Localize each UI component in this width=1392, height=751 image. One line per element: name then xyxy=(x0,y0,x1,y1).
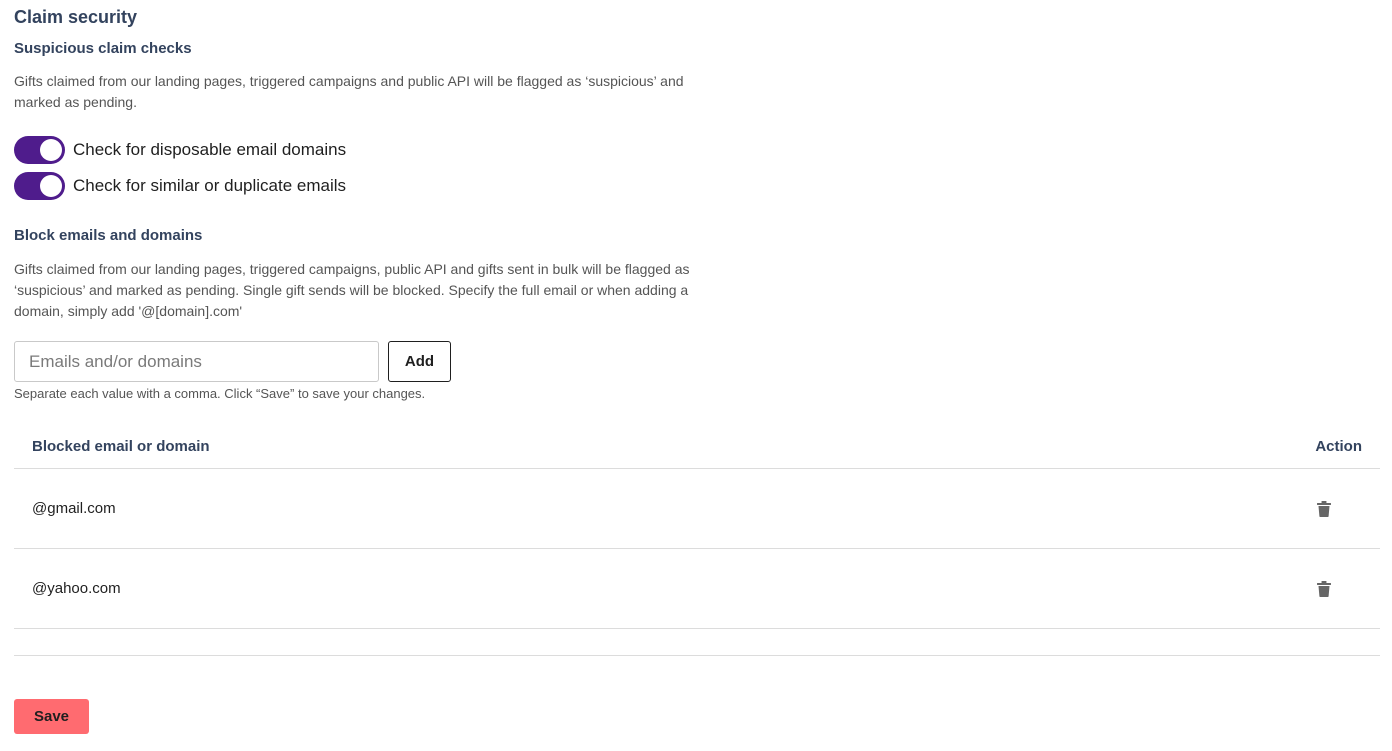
toggle-knob xyxy=(40,139,62,161)
disposable-email-toggle-row: Check for disposable email domains xyxy=(14,136,346,164)
blocked-value: @gmail.com xyxy=(32,500,116,517)
trash-icon[interactable] xyxy=(1310,575,1338,603)
disposable-email-label: Check for disposable email domains xyxy=(73,140,347,159)
table-row: @gmail.com xyxy=(14,469,1380,549)
trash-icon[interactable] xyxy=(1310,495,1338,523)
column-action: Action xyxy=(1315,438,1362,455)
duplicate-email-toggle[interactable] xyxy=(14,172,65,200)
save-button[interactable]: Save xyxy=(14,699,89,734)
suspicious-checks-description: Gifts claimed from our landing pages, tr… xyxy=(14,73,684,110)
blocked-value: @yahoo.com xyxy=(32,580,121,597)
duplicate-email-toggle-row: Check for similar or duplicate emails xyxy=(14,172,346,200)
table-row: @yahoo.com xyxy=(14,549,1380,629)
claim-security-page: Claim security Suspicious claim checks G… xyxy=(0,0,1392,751)
duplicate-email-label: Check for similar or duplicate emails xyxy=(73,176,347,195)
input-help-text: Separate each value with a comma. Click … xyxy=(14,386,426,401)
block-emails-heading: Block emails and domains xyxy=(14,227,203,244)
column-blocked-email: Blocked email or domain xyxy=(32,438,210,455)
add-button[interactable]: Add xyxy=(388,341,451,382)
footer-divider xyxy=(14,655,1380,656)
suspicious-checks-heading: Suspicious claim checks xyxy=(14,40,192,57)
block-emails-description: Gifts claimed from our landing pages, tr… xyxy=(14,261,690,319)
blocked-table-header: Blocked email or domain Action xyxy=(14,425,1380,469)
disposable-email-toggle[interactable] xyxy=(14,136,65,164)
page-title: Claim security xyxy=(14,7,138,27)
toggle-knob xyxy=(40,175,62,197)
emails-domains-input[interactable] xyxy=(14,341,379,382)
